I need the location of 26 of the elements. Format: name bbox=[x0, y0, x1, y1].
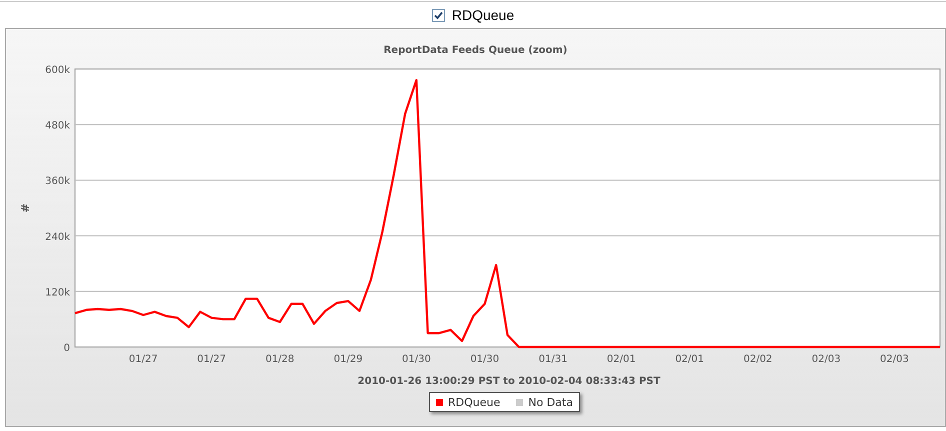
y-tick-label: 0 bbox=[64, 343, 70, 354]
x-tick-label: 01/29 bbox=[334, 354, 363, 365]
y-tick-label: 360k bbox=[45, 176, 70, 188]
x-tick-label: 01/30 bbox=[402, 354, 431, 365]
x-tick-label: 01/31 bbox=[538, 354, 568, 365]
x-tick-label: 01/27 bbox=[197, 354, 226, 365]
y-axis-title: # bbox=[19, 203, 32, 213]
legend-label: No Data bbox=[528, 396, 573, 408]
x-axis-title: 2010-01-26 13:00:29 PST to 2010-02-04 08:33:43 PST bbox=[358, 376, 660, 387]
x-tick-label: 02/03 bbox=[812, 354, 841, 365]
check-icon bbox=[434, 10, 443, 20]
x-tick-label: 02/03 bbox=[880, 354, 909, 365]
x-tick-label: 01/27 bbox=[128, 354, 158, 365]
legend-label: RDQueue bbox=[448, 396, 500, 408]
x-tick-label: 01/30 bbox=[470, 354, 500, 365]
x-tick-label: 02/01 bbox=[675, 354, 704, 365]
y-tick-label: 600k bbox=[45, 65, 70, 76]
x-tick-label: 01/28 bbox=[265, 354, 294, 365]
chart-title: ReportData Feeds Queue (zoom) bbox=[384, 44, 568, 57]
y-tick-label: 480k bbox=[45, 120, 70, 132]
y-tick-label: 240k bbox=[45, 232, 70, 243]
checkbox-label: RDQueue bbox=[452, 8, 514, 22]
checkbox[interactable] bbox=[432, 8, 445, 22]
x-tick-label: 02/02 bbox=[743, 354, 772, 365]
x-tick-label: 02/01 bbox=[606, 354, 636, 365]
y-tick-label: 120k bbox=[45, 287, 70, 298]
